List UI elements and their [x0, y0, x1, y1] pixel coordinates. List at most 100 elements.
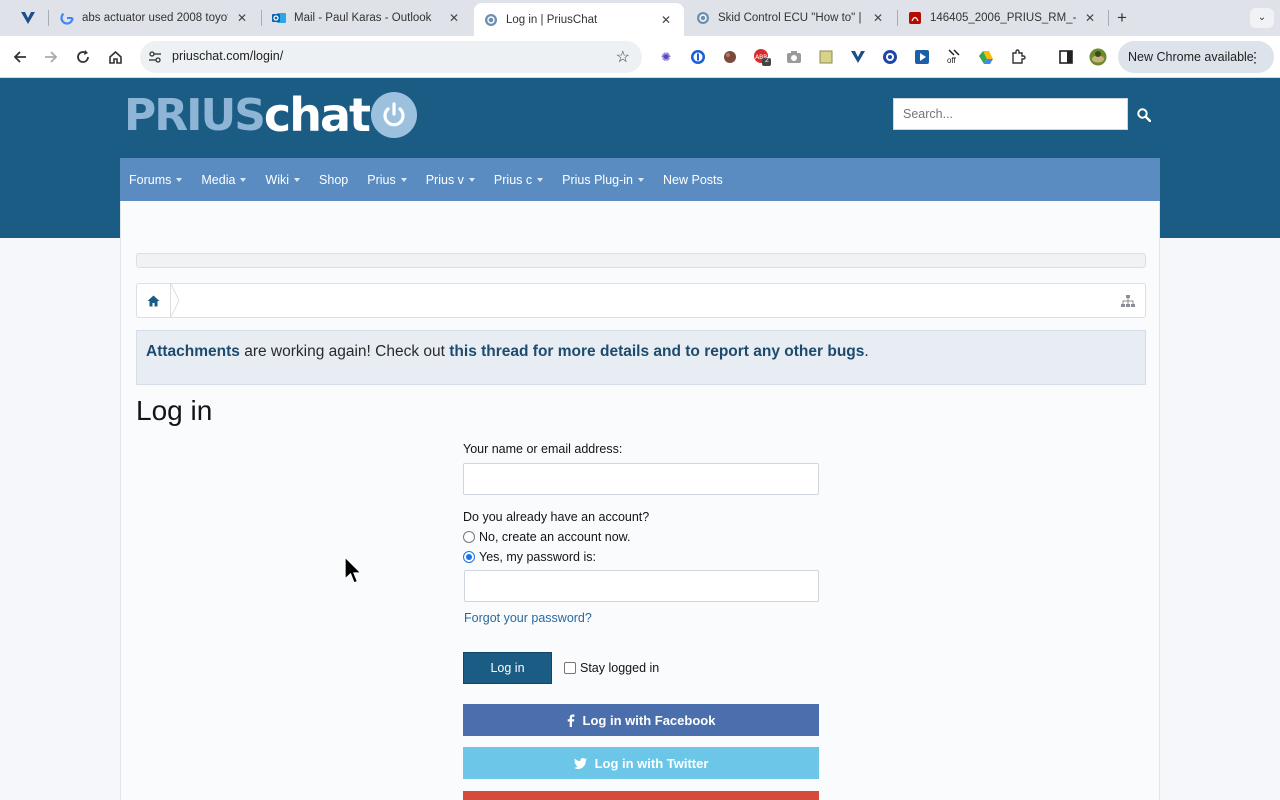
side-panel-icon[interactable]: [1057, 48, 1075, 66]
caret-down-icon: [294, 177, 301, 182]
nav-item-new-posts[interactable]: New Posts: [663, 173, 723, 187]
bookmark-star-icon[interactable]: ☆: [616, 47, 630, 67]
browser-toolbar: priuschat.com/login/ ☆ ✺ ABP 2 off New C…: [0, 36, 1280, 78]
url-text: priuschat.com/login/: [172, 49, 284, 63]
close-icon[interactable]: ✕: [658, 12, 674, 28]
nav-item-wiki[interactable]: Wiki: [265, 172, 301, 187]
notes-extension-icon[interactable]: [817, 48, 835, 66]
name-email-input[interactable]: [463, 463, 819, 495]
notice-text: are working again! Check out: [239, 343, 450, 360]
nav-item-prius-c[interactable]: Prius c: [493, 172, 544, 187]
forgot-password-link[interactable]: Forgot your password?: [464, 611, 592, 625]
power-off-extension-icon[interactable]: off: [945, 48, 963, 66]
site-info-icon[interactable]: [147, 49, 163, 65]
tab-title: 146405_2006_PRIUS_RM_-_: [930, 12, 1076, 24]
logo-chat-text: chat: [263, 88, 371, 142]
facebook-login-button[interactable]: Log in with Facebook: [463, 704, 819, 736]
outlook-icon: [272, 11, 286, 25]
mouse-cursor-icon: [344, 556, 363, 584]
address-bar[interactable]: priuschat.com/login/ ☆: [140, 41, 642, 73]
nav-item-label: Prius: [367, 172, 396, 187]
page-title: Log in: [136, 395, 213, 426]
has-password-option[interactable]: Yes, my password is:: [463, 550, 819, 564]
password-input[interactable]: [464, 570, 819, 602]
logo-prius-text: PRIUS: [124, 89, 266, 141]
forward-icon[interactable]: [38, 44, 64, 70]
tab-search-button[interactable]: ⌄: [1250, 8, 1274, 28]
sitemap-icon[interactable]: [1119, 292, 1137, 310]
nav-item-label: Media: [201, 172, 236, 187]
caret-down-icon: [240, 177, 247, 182]
nav-item-shop[interactable]: Shop: [319, 173, 348, 187]
browser-tab[interactable]: abs actuator used 2008 toyota ✕: [50, 4, 260, 32]
nav-item-label: Prius c: [493, 172, 533, 187]
site-search-input[interactable]: [893, 98, 1128, 130]
nav-item-media[interactable]: Media: [201, 172, 247, 187]
page-content: Attachments are working again! Check out…: [120, 201, 1160, 800]
close-icon[interactable]: ✕: [1082, 10, 1098, 26]
caret-down-icon: [176, 177, 183, 182]
notice-bold-text: Attachments: [146, 343, 240, 360]
tab-title: Log in | PriusChat: [506, 13, 598, 26]
create-account-radio[interactable]: [463, 531, 475, 543]
facebook-login-label: Log in with Facebook: [582, 712, 716, 728]
extensions-puzzle-icon[interactable]: [1009, 48, 1027, 66]
home-icon[interactable]: [137, 284, 171, 317]
browser-tab[interactable]: Mail - Paul Karas - Outlook ✕: [262, 4, 472, 32]
stay-logged-in-checkbox[interactable]: [564, 662, 576, 674]
has-password-radio[interactable]: [463, 551, 475, 563]
home-icon[interactable]: [102, 44, 128, 70]
chrome-update-button[interactable]: New Chrome available ⋮: [1118, 41, 1274, 73]
breadcrumb: [136, 283, 1146, 318]
name-label: Your name or email address:: [463, 442, 623, 456]
1password-extension-icon[interactable]: [689, 48, 707, 66]
new-tab-button[interactable]: +: [1112, 8, 1132, 28]
notice-end: .: [864, 343, 869, 360]
vivaldi-extension-icon[interactable]: [849, 48, 867, 66]
login-button[interactable]: Log in: [463, 652, 552, 684]
reload-icon[interactable]: [70, 44, 96, 70]
twitter-login-label: Log in with Twitter: [594, 755, 709, 771]
twitter-login-button[interactable]: Log in with Twitter: [463, 747, 819, 779]
notice-thread-link[interactable]: this thread for more details and to repo…: [449, 343, 864, 360]
nav-item-forums[interactable]: Forums: [129, 173, 183, 187]
priuschat-icon: [696, 11, 710, 25]
nav-item-label: New Posts: [663, 172, 723, 187]
close-icon[interactable]: ✕: [234, 10, 250, 26]
extension-badge: 2: [765, 57, 769, 64]
close-icon[interactable]: ✕: [870, 10, 886, 26]
browser-tab[interactable]: Skid Control ECU "How to" | P ✕: [686, 4, 896, 32]
caret-down-icon: [537, 177, 544, 182]
browser-tab-active[interactable]: Log in | PriusChat ✕: [474, 3, 684, 36]
target-extension-icon[interactable]: [881, 48, 899, 66]
nav-item-label: Shop: [319, 172, 349, 187]
back-icon[interactable]: [7, 44, 33, 70]
more-menu-icon[interactable]: ⋮: [1248, 41, 1262, 73]
create-account-option[interactable]: No, create an account now.: [463, 530, 819, 544]
browser-tab[interactable]: 146405_2006_PRIUS_RM_-_ ✕: [898, 4, 1108, 32]
chrome-update-label: New Chrome available: [1128, 50, 1254, 64]
tab-title: Skid Control ECU "How to" | P: [718, 12, 864, 24]
google-drive-extension-icon[interactable]: [977, 48, 995, 66]
adblock-extension-icon[interactable]: ABP 2: [753, 48, 771, 66]
search-icon[interactable]: [1132, 103, 1156, 127]
extension-icon[interactable]: [721, 48, 739, 66]
close-icon[interactable]: ✕: [446, 10, 462, 26]
account-question: Do you already have an account?: [463, 510, 650, 524]
nav-item-label: Prius v: [425, 172, 464, 187]
priuschat-logo[interactable]: PRIUS chat: [124, 88, 417, 142]
video-extension-icon[interactable]: [913, 48, 931, 66]
camera-extension-icon[interactable]: [785, 48, 803, 66]
perplexity-extension-icon[interactable]: ✺: [657, 48, 675, 66]
nav-item-prius[interactable]: Prius: [367, 172, 407, 187]
site-notice: Attachments are working again! Check out…: [136, 330, 1146, 385]
google-login-button[interactable]: [463, 791, 819, 800]
empty-notice-bar: [136, 253, 1146, 268]
vivaldi-extension-icon[interactable]: [8, 6, 48, 30]
nav-item-prius-v[interactable]: Prius v: [426, 173, 475, 187]
login-form: Your name or email address: Do you alrea…: [463, 442, 819, 800]
profile-avatar[interactable]: [1089, 48, 1107, 66]
nav-item-prius-plug-in[interactable]: Prius Plug-in: [562, 173, 644, 187]
nav-item-label: Wiki: [265, 172, 290, 187]
facebook-icon: [567, 714, 575, 727]
